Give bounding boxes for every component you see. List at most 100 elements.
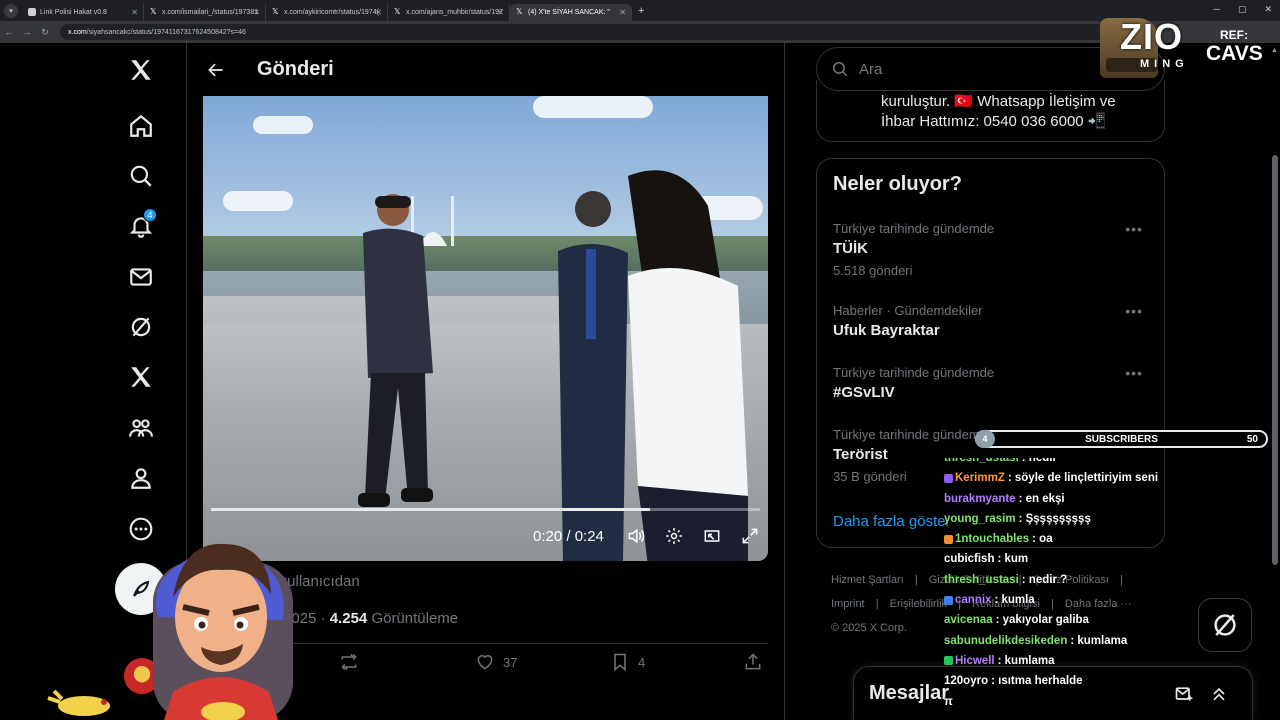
tab-close-icon[interactable]: ✕ <box>375 8 382 17</box>
share-button[interactable] <box>743 652 763 672</box>
chat-text: : nedir <box>1021 458 1057 464</box>
video-person-right <box>628 170 748 561</box>
chat-badge-icon <box>944 656 953 666</box>
premium-x-icon[interactable] <box>121 357 161 397</box>
view-label: Görüntüleme <box>371 610 459 627</box>
browser-tab-4[interactable]: 𝕏 x.com/ajans_muhbir/status/197 ✕ <box>388 3 510 21</box>
chat-username: young_rasim <box>944 512 1016 525</box>
url-input[interactable]: x.com/siyahsancakc/status/19741167317624… <box>60 24 1130 40</box>
browser-tab-1[interactable]: Link Polisi Hakat v0.8 ✕ <box>22 3 144 21</box>
footer-sep: | <box>875 598 879 610</box>
page-scrollbar[interactable] <box>1272 155 1278 565</box>
chat-text: : kumla <box>994 594 1035 607</box>
imprint-link[interactable]: Imprint <box>831 598 865 610</box>
accessibility-link[interactable]: Erişilebilirlik <box>890 598 947 610</box>
back-icon[interactable]: ← <box>0 27 18 37</box>
trend-count: 5.518 gönderi <box>833 263 913 278</box>
chat-message: 120oyro: ısıtma herhalde <box>944 671 1244 691</box>
chat-message: thresh_ustasi: nedir ? <box>944 570 1244 590</box>
communities-icon[interactable] <box>121 408 161 448</box>
settings-gear-icon[interactable] <box>664 526 684 546</box>
tab-close-icon[interactable]: ✕ <box>619 8 626 17</box>
trend-context: Haberler · Gündemdekiler <box>833 303 983 318</box>
like-count: 37 <box>503 654 518 670</box>
profile-icon[interactable] <box>121 458 161 498</box>
chat-username: cannix <box>955 594 992 607</box>
chat-username: Hicwell <box>955 654 995 667</box>
chat-badge-icon <box>944 595 953 605</box>
picture-in-picture-icon[interactable] <box>702 526 722 546</box>
chat-message: cannix: kumla <box>944 590 1244 610</box>
search-explore-icon[interactable] <box>121 156 161 196</box>
right-divider <box>784 43 785 720</box>
ref-name: CAVS <box>1206 42 1263 65</box>
browser-tab-5-active[interactable]: 𝕏 (4) X'te SİYAH SANCAK: " ✕ <box>510 3 632 21</box>
tab-close-icon[interactable]: ✕ <box>131 8 138 17</box>
browser-tab-2[interactable]: 𝕏 x.com/ismailari_/status/197381 ✕ <box>144 3 266 21</box>
chat-badge-icon <box>944 534 953 544</box>
new-tab-button[interactable]: + <box>638 5 644 17</box>
url-domain: x.com <box>68 28 87 36</box>
trends-title: Neler oluyor? <box>833 173 962 195</box>
fullscreen-icon[interactable] <box>740 526 760 546</box>
messages-title: Mesajlar <box>869 682 950 704</box>
trend-name: TÜİK <box>833 240 868 257</box>
messages-envelope-icon[interactable] <box>121 257 161 297</box>
trend-item[interactable]: Türkiye tarihinde gündemde TÜİK 5.518 gö… <box>833 221 1153 278</box>
scroll-up-arrow-icon[interactable]: ▲ <box>1271 47 1278 54</box>
tab-title: x.com/ajans_muhbir/status/197 <box>406 8 503 16</box>
trend-item[interactable]: Haberler · Gündemdekiler Ufuk Bayraktar … <box>833 303 1153 339</box>
x-favicon-icon: 𝕏 <box>394 7 401 16</box>
chat-text: : söyle de linçlettiriyim seni <box>1007 472 1159 485</box>
back-arrow-icon[interactable] <box>199 60 233 80</box>
chat-message: π <box>944 692 1244 712</box>
bookmark-icon <box>614 653 626 672</box>
chat-message: Hicwell: kumlama <box>944 651 1244 671</box>
subscriber-label: SUBSCRIBERS <box>1085 433 1158 445</box>
chat-text: : en ekşi <box>1018 492 1065 505</box>
repost-button[interactable] <box>339 652 359 672</box>
favicon-icon <box>28 8 36 16</box>
chat-message: burakmyante: en ekşi <box>944 489 1244 509</box>
notifications-bell-icon[interactable]: 4 <box>121 206 161 246</box>
forward-icon[interactable]: → <box>18 27 36 37</box>
tab-close-icon[interactable]: ✕ <box>497 8 504 17</box>
volume-icon[interactable] <box>626 526 646 546</box>
chat-text: : nedir ? <box>1021 573 1068 586</box>
subscriber-goal: 50 <box>1246 433 1258 445</box>
repost-icon <box>341 653 357 671</box>
show-more-link[interactable]: Daha fazla göster <box>833 513 951 530</box>
x-favicon-icon: 𝕏 <box>150 7 157 16</box>
video-progress-fill <box>211 508 651 511</box>
tab-title: x.com/ismailari_/status/197381 <box>162 8 259 16</box>
more-dots-icon[interactable]: ••• <box>1125 303 1143 319</box>
tab-search-button[interactable]: ▾ <box>4 3 18 18</box>
chat-username: π <box>944 695 953 708</box>
tab-close-icon[interactable]: ✕ <box>253 8 260 17</box>
browser-address-bar: ← → ↻ x.com/siyahsancakc/status/19741167… <box>0 21 1280 43</box>
video-player[interactable]: 0:20 / 0:24 <box>203 96 768 561</box>
x-logo-icon[interactable] <box>121 50 161 90</box>
bookmark-button[interactable]: 4 <box>610 652 645 672</box>
like-button[interactable]: 37 <box>475 652 517 672</box>
card-text: kuruluştur. 🇹🇷 Whatsapp İletişim ve İhba… <box>881 92 1116 132</box>
home-icon[interactable] <box>121 106 161 146</box>
trend-item[interactable]: Türkiye tarihinde gündemde #GSvLIV ••• <box>833 365 1153 401</box>
bookmark-count: 4 <box>638 654 646 670</box>
cloud <box>223 191 293 211</box>
video-progress-bar[interactable] <box>211 508 760 511</box>
video-controls: 0:20 / 0:24 <box>533 526 760 546</box>
heart-icon <box>477 655 493 670</box>
page-title: Gönderi <box>257 58 334 80</box>
chat-text: : kumlama <box>1070 634 1128 647</box>
chat-username: KerimmZ <box>955 472 1005 485</box>
browser-tab-3[interactable]: 𝕏 x.com/aykiricomtr/status/1974( ✕ <box>266 3 388 21</box>
reload-icon[interactable]: ↻ <box>36 27 54 38</box>
grok-icon[interactable] <box>121 307 161 347</box>
terms-link[interactable]: Hizmet Şartları <box>831 574 904 586</box>
chat-username: burakmyante <box>944 492 1016 505</box>
chat-text: : Şşşşşşşşşş <box>1018 512 1091 525</box>
more-dots-icon[interactable]: ••• <box>1125 221 1143 237</box>
more-dots-icon[interactable]: ••• <box>1125 365 1143 381</box>
card-text-line: kuruluştur. 🇹🇷 Whatsapp İletişim ve <box>881 93 1116 110</box>
